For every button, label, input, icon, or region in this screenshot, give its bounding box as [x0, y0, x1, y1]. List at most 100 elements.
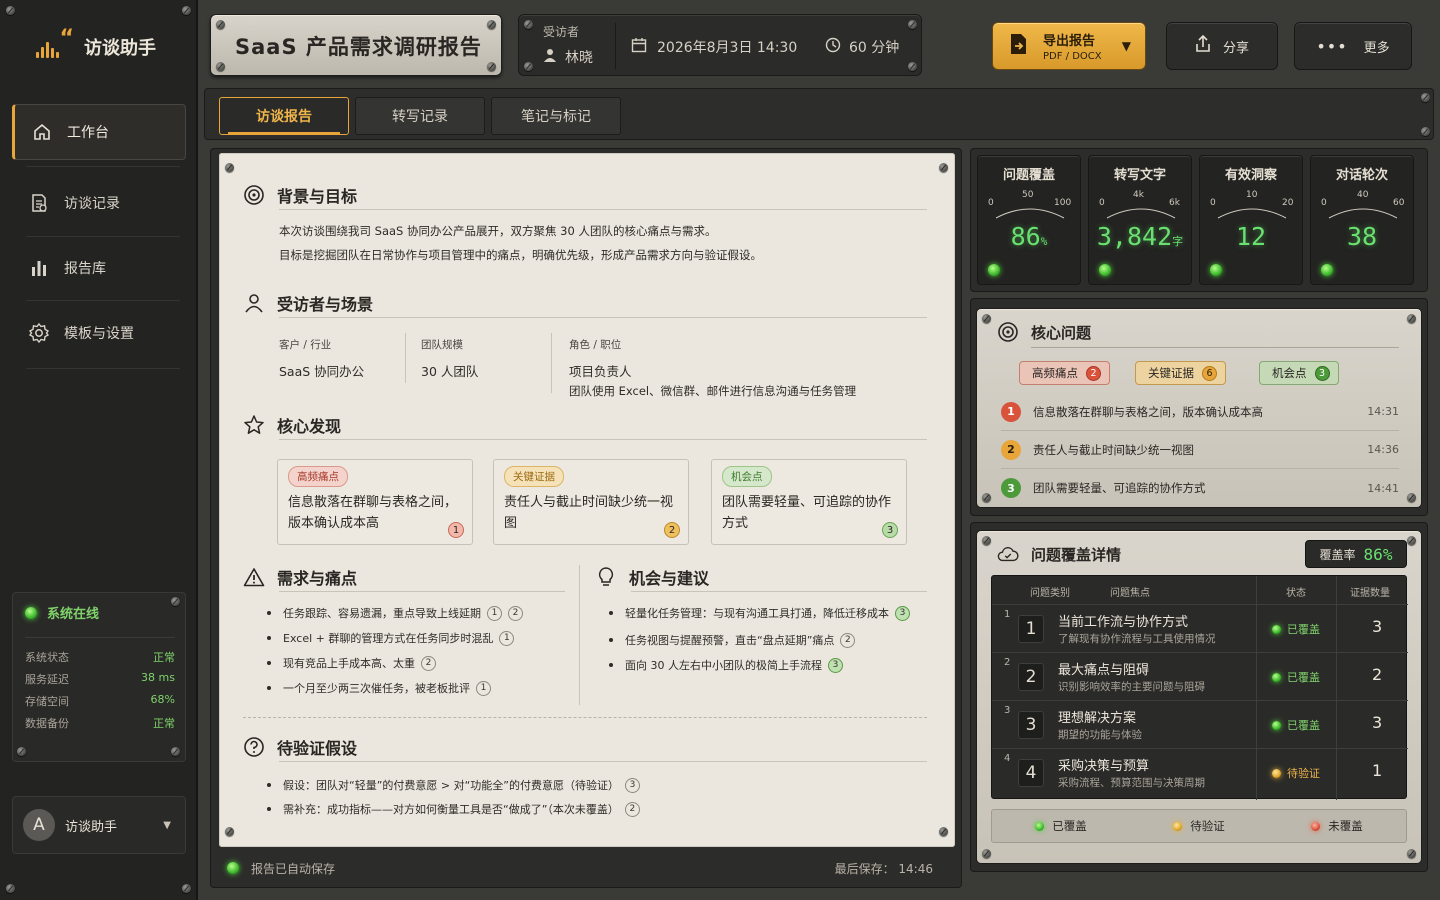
autosave-status: 报告已自动保存 — [251, 861, 336, 876]
finding-tag: 关键证据 — [504, 466, 564, 487]
system-status-panel: 系统在线 系统状态 正常 服务延迟 38 ms 存储空间 68% 数据备份 正常 — [12, 592, 186, 762]
chevron-down-icon: ▼ — [163, 819, 171, 831]
system-row: 系统状态 正常 — [25, 651, 175, 664]
gauge-transcript-chars: 转写文字 0 4k 6k 3,842字 — [1088, 155, 1192, 285]
sidebar-item-label: 工作台 — [67, 125, 109, 141]
legend-item: 未覆盖 — [1311, 818, 1363, 834]
finding-card[interactable]: 机会点 团队需要轻量、可追踪的协作方式 3 — [711, 459, 907, 545]
share-button[interactable]: 分享 — [1166, 22, 1278, 70]
sidebar-item-workbench[interactable]: 工作台 — [12, 104, 186, 160]
finding-text: 责任人与截止时间缺少统一视图 — [504, 495, 674, 531]
gauge-dialogue-rounds: 对话轮次 0 40 60 38 — [1310, 155, 1414, 285]
export-formats: PDF / DOCX — [1043, 51, 1102, 62]
core-issues-header: 核心问题 — [997, 321, 1091, 343]
core-issue-item[interactable]: 2 责任人与截止时间缺少统一视图 14:36 — [1001, 431, 1399, 469]
core-issue-item[interactable]: 3 团队需要轻量、可追踪的协作方式 14:41 — [1001, 469, 1399, 507]
table-row[interactable]: 11 当前工作流与协作方式 了解现有协作流程与工具使用情况 已覆盖 3 — [992, 604, 1408, 652]
export-report-button[interactable]: 导出报告 PDF / DOCX ▼ — [992, 22, 1146, 70]
coverage-header: 问题覆盖详情 — [997, 543, 1121, 565]
home-icon — [31, 121, 53, 143]
report-footer: 报告已自动保存 最后保存： 14:46 — [219, 853, 955, 883]
table-row[interactable]: 22 最大痛点与阻碍 识别影响效率的主要问题与阻碍 已覆盖 2 — [992, 652, 1408, 700]
background-line: 目标是挖掘团队在日常协作与项目管理中的痛点，明确优先级，形成产品需求方向与验证假… — [279, 248, 762, 262]
table-row[interactable]: 44 采购决策与预算 采购流程、预算范围与决策周期 待验证 1 — [992, 748, 1408, 796]
gauge-title: 问题覆盖 — [1002, 168, 1055, 183]
lightbulb-icon — [595, 566, 617, 588]
user-icon — [543, 48, 557, 66]
status-led-icon — [1272, 672, 1281, 682]
panel-title: 核心问题 — [1031, 323, 1092, 342]
system-status-title: 系统在线 — [47, 607, 100, 622]
online-indicator-icon — [25, 606, 37, 619]
report-title-plate: SaaS 产品需求调研报告 — [210, 14, 502, 76]
finding-text: 信息散落在群聊与表格之间，版本确认成本高 — [288, 495, 458, 531]
need-item: 一个月至少两三次催任务，被老板批评 1 — [267, 680, 491, 696]
sidebar-item-interview-records[interactable]: 访谈记录 — [12, 175, 186, 231]
finding-tag: 高频痛点 — [288, 466, 348, 487]
calendar-icon — [631, 37, 647, 57]
status-led-icon — [988, 264, 1000, 276]
clock-icon — [825, 37, 841, 57]
coverage-legend: 已覆盖 待验证 未覆盖 — [991, 809, 1407, 843]
need-item: Excel + 群聊的管理方式在任务同步时混乱 1 — [267, 630, 515, 646]
chevron-down-icon[interactable]: ▼ — [1122, 39, 1131, 53]
core-issues-panel: 核心问题 高频痛点 2 关键证据 6 机会点 3 1 信息散落在群聊与表格之间，版本确认… — [976, 308, 1422, 508]
more-label: 更多 — [1363, 40, 1390, 56]
sidebar-item-templates-settings[interactable]: 模板与设置 — [12, 305, 186, 361]
finding-card[interactable]: 关键证据 责任人与截止时间缺少统一视图 2 — [493, 459, 689, 545]
share-label: 分享 — [1222, 40, 1249, 56]
finding-tag: 机会点 — [722, 466, 772, 487]
section-title: 机会与建议 — [629, 569, 710, 588]
more-button[interactable]: ••• 更多 — [1294, 22, 1412, 70]
app-name: 访谈助手 — [84, 38, 156, 59]
filter-pill-evidence[interactable]: 关键证据 6 — [1135, 361, 1226, 385]
section-interviewee: 受访者与场景 — [243, 291, 373, 315]
section-background: 背景与目标 — [243, 183, 357, 207]
finding-card[interactable]: 高频痛点 信息散落在群聊与表格之间，版本确认成本高 1 — [277, 459, 473, 545]
target-icon — [997, 321, 1019, 343]
status-led-icon — [1099, 264, 1111, 276]
tab-transcript[interactable]: 转写记录 — [355, 97, 485, 135]
autosave-indicator-icon — [227, 862, 239, 874]
gear-icon — [28, 322, 50, 344]
legend-item: 待验证 — [1173, 818, 1225, 834]
table-row[interactable]: 33 理想解决方案 期望的功能与体验 已覆盖 3 — [992, 700, 1408, 748]
export-file-icon — [1009, 33, 1029, 59]
filter-pill-opportunity[interactable]: 机会点 3 — [1259, 361, 1339, 385]
finding-number: 2 — [664, 522, 680, 538]
core-issue-item[interactable]: 1 信息散落在群聊与表格之间，版本确认成本高 14:31 — [1001, 393, 1399, 431]
status-led-icon — [1210, 264, 1222, 276]
legend-item: 已覆盖 — [1035, 818, 1087, 834]
section-hypotheses: 待验证假设 — [243, 735, 357, 759]
sidebar: “ 访谈助手 工作台 访谈记录 报告库 模板与设置 系统在线 系统状态 正常 服务… — [0, 0, 198, 900]
target-icon — [243, 184, 265, 206]
gauge-value: 12 — [1235, 222, 1267, 251]
finding-number: 3 — [882, 522, 898, 538]
section-title: 背景与目标 — [277, 187, 358, 206]
sound-wave-logo-icon: “ — [34, 26, 74, 62]
tab-bar: 访谈报告 转写记录 笔记与标记 — [204, 88, 1434, 140]
user-menu[interactable]: A 访谈助手 ▼ — [12, 796, 186, 854]
report-document: 背景与目标 本次访谈围绕我司 SaaS 协同办公产品展开，双方聚焦 30 人团队… — [219, 153, 955, 847]
background-line: 本次访谈围绕我司 SaaS 协同办公产品展开，双方聚焦 30 人团队的核心痛点与… — [279, 224, 717, 238]
tab-interview-report[interactable]: 访谈报告 — [219, 97, 349, 135]
avatar: A — [23, 809, 55, 841]
report-document-frame: 背景与目标 本次访谈围绕我司 SaaS 协同办公产品展开，双方聚焦 30 人团队… — [210, 148, 962, 888]
question-circle-icon — [243, 736, 265, 758]
tab-notes-marks[interactable]: 笔记与标记 — [491, 97, 621, 135]
export-label: 导出报告 — [1043, 34, 1096, 49]
sidebar-item-report-library[interactable]: 报告库 — [12, 240, 186, 296]
gauge-title: 转写文字 — [1113, 168, 1166, 183]
page-title: SaaS 产品需求调研报告 — [235, 35, 482, 59]
sidebar-item-label: 报告库 — [64, 261, 106, 277]
gauge-title: 对话轮次 — [1335, 168, 1388, 183]
role-label: 角色 / 职位 — [569, 339, 622, 351]
team-value: 30 人团队 — [421, 364, 479, 379]
status-led-icon — [1321, 264, 1333, 276]
interview-info-bar: 受访者 林晓 2026年8月3日 14:30 60 分钟 — [518, 14, 922, 76]
filter-pill-pain[interactable]: 高频痛点 2 — [1019, 361, 1110, 385]
need-item: 现有竞品上手成本高、太重 2 — [267, 655, 436, 671]
status-led-icon — [1272, 768, 1281, 778]
metrics-panel: 问题覆盖 0 50 100 86% 转写文字 0 4k 6k 3,842字 有效洞察 0… — [970, 148, 1428, 292]
opportunity-item: 轻量化任务管理：与现有沟通工具打通，降低迁移成本 3 — [609, 605, 910, 621]
